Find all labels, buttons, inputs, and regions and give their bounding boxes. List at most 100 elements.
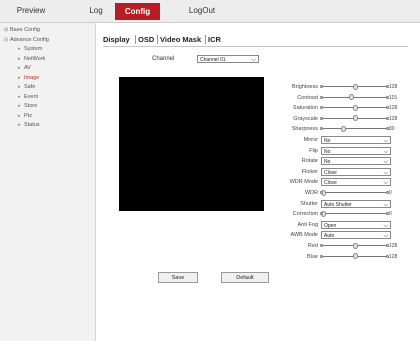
correction-slider[interactable]	[320, 210, 389, 218]
correction-label: Correction	[292, 211, 318, 218]
sidebar-item-image[interactable]: ▸ Image	[18, 74, 39, 83]
saturation-value: 128	[389, 105, 398, 112]
save-button[interactable]: Save	[158, 272, 198, 283]
slider-track	[321, 192, 389, 193]
shutter-select[interactable]: Auto Shutter ⌵	[321, 199, 391, 208]
sidebar-item-av[interactable]: ▸ AV	[18, 64, 31, 73]
slider-endcap	[320, 254, 323, 258]
slider-thumb[interactable]	[340, 125, 346, 132]
sidebar-item-label: Safe	[24, 84, 36, 90]
slider-thumb[interactable]	[352, 104, 358, 111]
slider-endcap	[320, 106, 323, 110]
grayscale-label: Grayscale	[293, 115, 318, 122]
flip-label: Flip	[309, 147, 318, 154]
sharpness-slider[interactable]	[320, 125, 389, 133]
awb-mode-select-value: Auto	[324, 233, 335, 240]
sidebar-item-store[interactable]: ▸ Store	[18, 102, 37, 111]
slider-track	[321, 213, 389, 215]
slider-thumb[interactable]	[349, 94, 355, 101]
sharpness-value: 80	[389, 126, 395, 133]
channel-select[interactable]: Channel 01 ⌵	[197, 55, 259, 63]
sidebar-item-base-config[interactable]: ⊞ Base Config	[4, 26, 40, 35]
contrast-label: Contrast	[297, 94, 318, 101]
sidebar-item-network[interactable]: ▸ NetWork	[18, 55, 45, 64]
sidebar-item-safe[interactable]: ▸ Safe	[18, 83, 35, 92]
slider-thumb[interactable]	[352, 115, 358, 122]
tab-display[interactable]: Display	[103, 34, 130, 45]
slider-thumb[interactable]	[352, 253, 358, 260]
wdr-slider[interactable]	[320, 189, 389, 197]
grayscale-value: 128	[389, 115, 398, 122]
wdr-mode-select-value: Close	[324, 180, 337, 187]
anti-fog-select-value: Open	[324, 222, 337, 229]
correction-value: 0	[389, 211, 392, 218]
brightness-slider[interactable]	[320, 83, 389, 91]
contrast-slider[interactable]	[320, 94, 389, 102]
video-preview	[119, 77, 264, 211]
rotate-label: Rotate	[301, 158, 318, 165]
slider-endcap	[320, 191, 323, 194]
awb-mode-select[interactable]: Auto ⌵	[321, 231, 391, 240]
slider-thumb[interactable]	[352, 242, 358, 249]
tab-divider	[103, 46, 408, 47]
blue-label: Blue	[306, 253, 318, 260]
grayscale-slider[interactable]	[320, 115, 389, 123]
chevron-down-icon: ⌵	[383, 180, 388, 187]
sidebar-item-event[interactable]: ▸ Event	[18, 93, 38, 102]
nav-preview[interactable]: Preview	[14, 4, 48, 18]
sidebar-item-ptz[interactable]: ▸ Ptz	[18, 112, 32, 121]
sidebar-item-status[interactable]: ▸ Status	[18, 121, 40, 130]
chevron-down-icon: ⌵	[383, 233, 388, 240]
sharpness-label: Sharpness	[291, 126, 318, 133]
red-slider[interactable]	[320, 242, 389, 250]
flip-select[interactable]: No ⌵	[321, 146, 391, 155]
chevron-down-icon: ⌵	[251, 57, 256, 63]
tab-separator	[135, 35, 136, 44]
sidebar-item-system[interactable]: ▸ System	[18, 45, 42, 54]
flicker-select-value: Close	[324, 169, 337, 176]
tab-video-mask[interactable]: Video Mask	[160, 34, 201, 45]
brightness-value: 128	[389, 84, 398, 90]
mirror-label: Mirror	[303, 137, 318, 143]
sidebar-item-advance-config[interactable]: ⊟ Advance Config	[4, 36, 49, 45]
sidebar-item-label: Event	[24, 93, 39, 100]
sidebar-item-label: NetWork	[24, 55, 46, 62]
slider-endcap	[320, 127, 323, 131]
saturation-label: Saturation	[292, 105, 318, 112]
slider-track	[321, 96, 389, 98]
sidebar-item-label: Image	[24, 74, 40, 81]
tab-separator	[205, 35, 206, 44]
wdr-mode-label: WDR Mode	[289, 179, 318, 186]
wdr-label: WDR	[304, 190, 318, 196]
flicker-select[interactable]: Close ⌵	[321, 167, 391, 176]
default-button[interactable]: Default	[221, 272, 269, 283]
slider-endcap	[320, 244, 323, 247]
tab-icr[interactable]: ICR	[208, 34, 221, 45]
blue-slider[interactable]	[320, 253, 389, 261]
slider-track	[321, 128, 389, 130]
anti-fog-label: Anti Fog	[297, 221, 318, 228]
red-label: Red	[307, 243, 318, 249]
red-value: 128	[389, 243, 398, 249]
mirror-select-value: No	[324, 138, 331, 144]
contrast-value: 115	[389, 94, 397, 101]
rotate-select-value: No	[324, 159, 331, 166]
brightness-label: Brightness	[292, 84, 318, 90]
shutter-select-value: Auto Shutter	[324, 201, 352, 208]
sidebar-item-label: System	[24, 46, 43, 52]
chevron-down-icon: ⌵	[383, 169, 388, 176]
tab-osd[interactable]: OSD	[138, 34, 154, 45]
mirror-select[interactable]: No ⌵	[321, 136, 391, 144]
rotate-select[interactable]: No ⌵	[321, 157, 391, 166]
anti-fog-select[interactable]: Open ⌵	[321, 220, 391, 229]
chevron-down-icon: ⌵	[383, 148, 388, 155]
nav-logout[interactable]: LogOut	[186, 4, 218, 18]
saturation-slider[interactable]	[320, 104, 389, 112]
sidebar-item-label: Store	[24, 103, 38, 109]
slider-endcap	[320, 95, 323, 99]
nav-config[interactable]: Config	[115, 3, 160, 20]
nav-log[interactable]: Log	[84, 4, 108, 18]
slider-thumb[interactable]	[352, 83, 358, 90]
wdr-mode-select[interactable]: Close ⌵	[321, 178, 391, 187]
chevron-down-icon: ⌵	[383, 201, 388, 208]
